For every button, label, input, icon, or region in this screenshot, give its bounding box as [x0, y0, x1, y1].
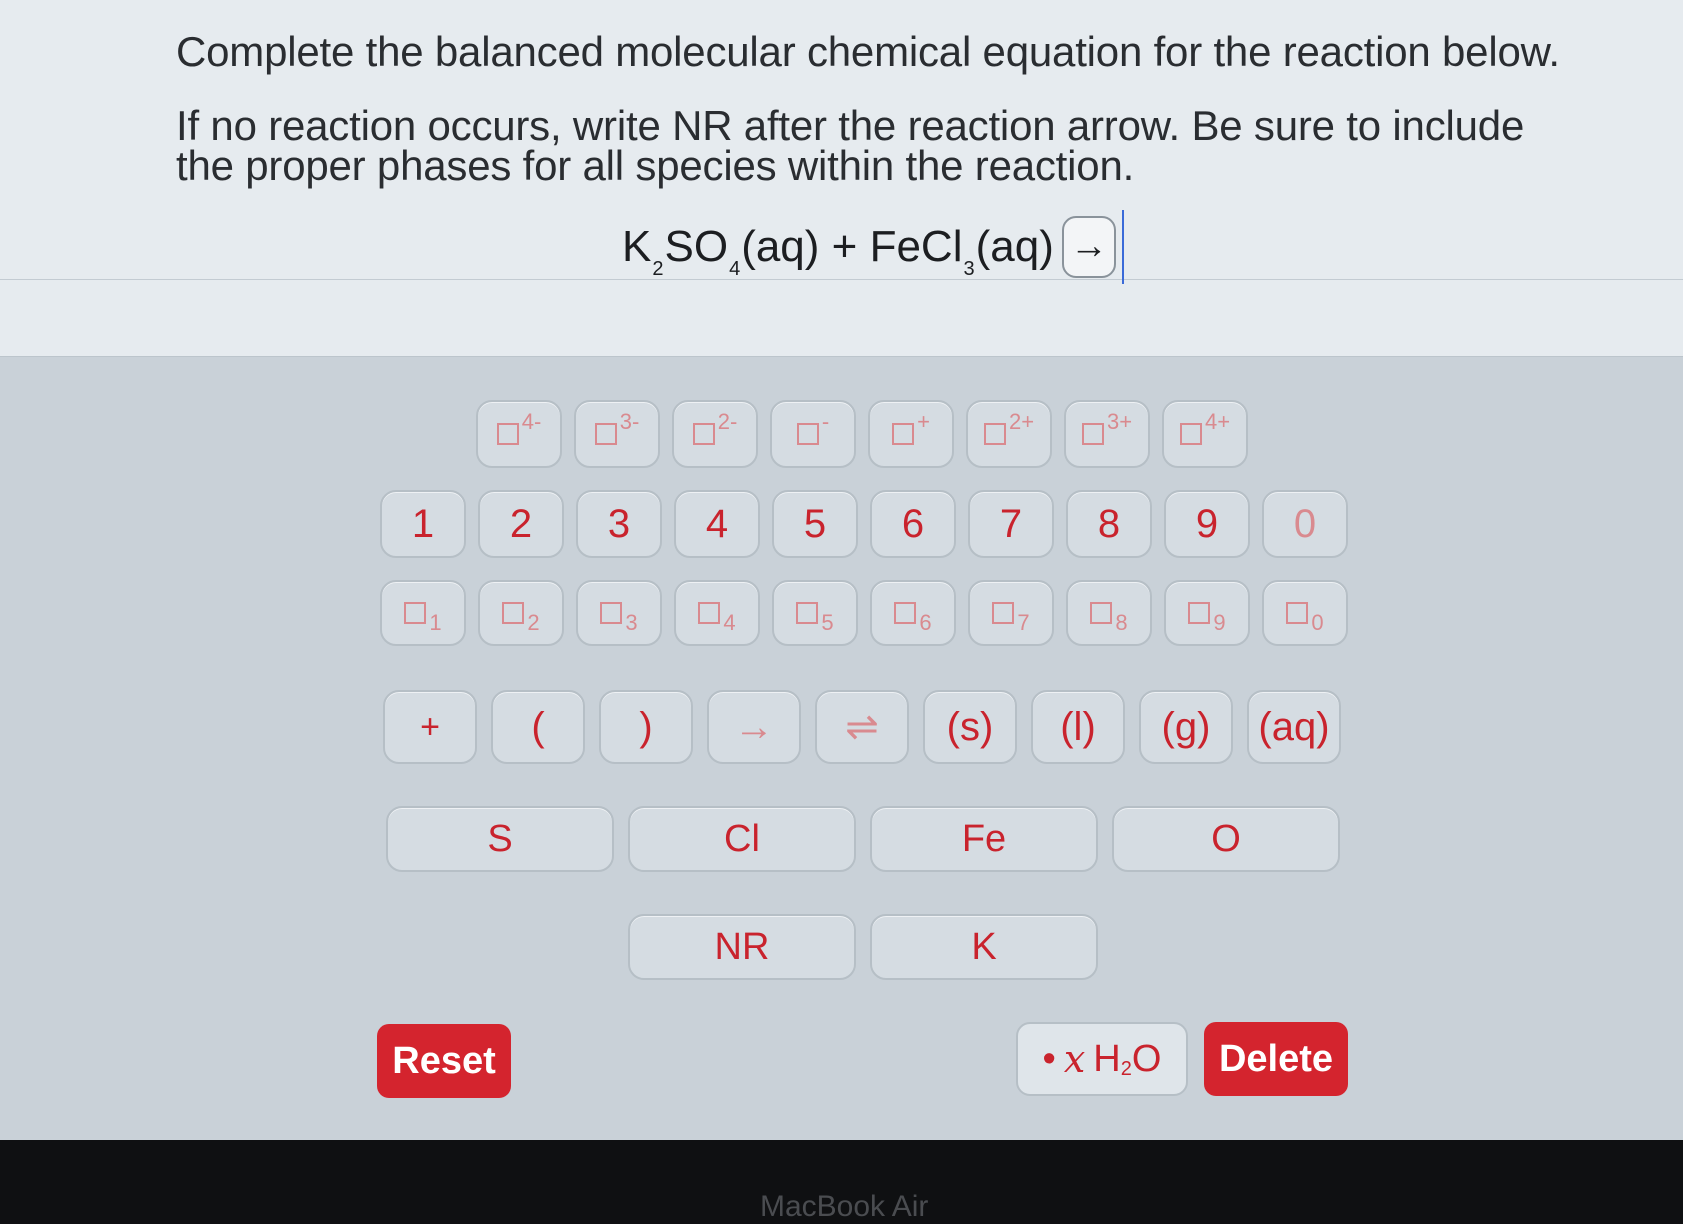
subscript-2-button[interactable]: 2: [478, 580, 564, 646]
open-paren-button[interactable]: (: [491, 690, 585, 764]
subscript-5-button[interactable]: 5: [772, 580, 858, 646]
plus-button[interactable]: +: [383, 690, 477, 764]
element-s-button[interactable]: S: [386, 806, 614, 872]
hydrate-sub: 2: [1120, 1057, 1132, 1080]
box-icon: [796, 423, 819, 445]
subscript-6-button[interactable]: 6: [870, 580, 956, 646]
charge-2-minus-button[interactable]: 2-: [672, 400, 758, 468]
eq-k: K: [622, 222, 652, 271]
box-icon: [1081, 423, 1104, 445]
equation-arrow[interactable]: →: [1061, 216, 1116, 278]
element-o-button[interactable]: O: [1112, 806, 1340, 872]
subscript-9-button[interactable]: 9: [1164, 580, 1250, 646]
number-8-button[interactable]: 8: [1066, 490, 1152, 558]
number-0-button[interactable]: 0: [1262, 490, 1348, 558]
reset-button[interactable]: Reset: [377, 1024, 511, 1098]
subscript-8-button[interactable]: 8: [1066, 580, 1152, 646]
number-4-button[interactable]: 4: [674, 490, 760, 558]
reaction-arrow-button[interactable]: →: [707, 690, 801, 764]
number-9-button[interactable]: 9: [1164, 490, 1250, 558]
subscript-1-button[interactable]: 1: [380, 580, 466, 646]
box-icon: [983, 423, 1006, 445]
equilibrium-arrow-button[interactable]: ⇌: [815, 690, 909, 764]
hydrate-x: x: [1063, 1037, 1086, 1081]
hydrate-h: H: [1093, 1037, 1121, 1080]
solid-phase-button[interactable]: (s): [923, 690, 1017, 764]
eq-aq-fecl: (aq) + FeCl: [741, 222, 963, 271]
box-icon: [894, 602, 917, 624]
box-icon: [502, 602, 525, 624]
eq-so: SO: [664, 222, 729, 271]
eq-aq2: (aq): [975, 222, 1054, 271]
box-icon: [992, 602, 1015, 624]
box-icon: [404, 602, 427, 624]
screen: Complete the balanced molecular chemical…: [0, 0, 1683, 1140]
box-icon: [692, 423, 715, 445]
box-icon: [1188, 602, 1211, 624]
close-paren-button[interactable]: ): [599, 690, 693, 764]
subscript-3-button[interactable]: 3: [576, 580, 662, 646]
question-panel: Complete the balanced molecular chemical…: [0, 0, 1683, 357]
charge-4-plus-button[interactable]: 4+: [1162, 400, 1248, 468]
box-icon: [796, 602, 819, 624]
box-icon: [1179, 423, 1202, 445]
box-icon: [892, 423, 915, 445]
eq-fecl-sub: 3: [963, 257, 975, 280]
box-icon: [594, 423, 617, 445]
gas-phase-button[interactable]: (g): [1139, 690, 1233, 764]
dot-icon: •: [1042, 1037, 1056, 1080]
number-3-button[interactable]: 3: [576, 490, 662, 558]
charge-minus-button[interactable]: -: [770, 400, 856, 468]
equation-input[interactable]: K 2 SO 4 (aq) + FeCl 3 (aq) →: [622, 210, 1124, 284]
charge-3-minus-button[interactable]: 3-: [574, 400, 660, 468]
laptop-label: MacBook Air: [760, 1190, 929, 1223]
hydrate-button[interactable]: • x H 2 O: [1016, 1022, 1188, 1096]
number-1-button[interactable]: 1: [380, 490, 466, 558]
box-icon: [1090, 602, 1113, 624]
subscript-4-button[interactable]: 4: [674, 580, 760, 646]
subscript-0-button[interactable]: 0: [1262, 580, 1348, 646]
number-7-button[interactable]: 7: [968, 490, 1054, 558]
charge-2-plus-button[interactable]: 2+: [966, 400, 1052, 468]
charge-4-minus-button[interactable]: 4-: [476, 400, 562, 468]
aqueous-phase-button[interactable]: (aq): [1247, 690, 1341, 764]
eq-k-sub: 2: [652, 257, 664, 280]
box-icon: [698, 602, 721, 624]
subscript-7-button[interactable]: 7: [968, 580, 1054, 646]
number-6-button[interactable]: 6: [870, 490, 956, 558]
text-cursor: [1121, 210, 1124, 284]
no-reaction-button[interactable]: NR: [628, 914, 856, 980]
element-cl-button[interactable]: Cl: [628, 806, 856, 872]
question-line-1: Complete the balanced molecular chemical…: [176, 28, 1560, 75]
element-fe-button[interactable]: Fe: [870, 806, 1098, 872]
hydrate-o: O: [1131, 1037, 1162, 1080]
charge-plus-button[interactable]: +: [868, 400, 954, 468]
number-5-button[interactable]: 5: [772, 490, 858, 558]
element-k-button[interactable]: K: [870, 914, 1098, 980]
box-icon: [600, 602, 623, 624]
number-2-button[interactable]: 2: [478, 490, 564, 558]
eq-so-sub: 4: [729, 257, 741, 280]
box-icon: [1286, 602, 1309, 624]
delete-button[interactable]: Delete: [1204, 1022, 1348, 1096]
question-line-3: the proper phases for all species within…: [176, 142, 1135, 189]
charge-3-plus-button[interactable]: 3+: [1064, 400, 1150, 468]
liquid-phase-button[interactable]: (l): [1031, 690, 1125, 764]
box-icon: [496, 423, 519, 445]
